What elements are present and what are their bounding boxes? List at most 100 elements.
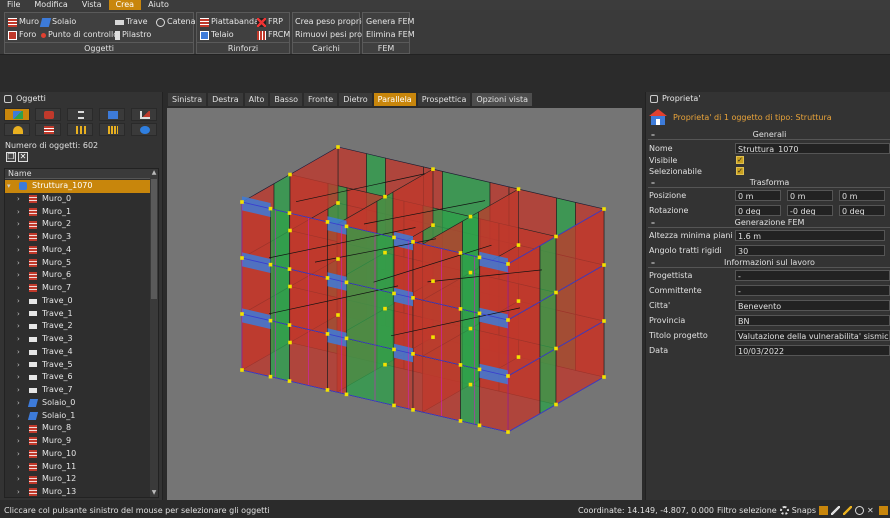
chevron-right-icon[interactable]: › [17, 359, 25, 372]
fem-node[interactable] [268, 318, 273, 323]
fem-node[interactable] [383, 306, 387, 311]
right-wall[interactable] [539, 235, 557, 303]
front-wall[interactable] [412, 297, 461, 366]
committente-field[interactable]: - [735, 285, 890, 296]
tree-item[interactable]: › Muro_6 [5, 269, 151, 282]
fem-node[interactable] [554, 346, 558, 351]
rotazione-z-field[interactable]: 0 deg [839, 205, 885, 216]
menu-file[interactable]: File [0, 0, 27, 10]
fem-node[interactable] [344, 280, 349, 285]
snap-lightning-icon[interactable] [879, 506, 888, 515]
fem-node[interactable] [325, 332, 330, 336]
front-wall[interactable] [412, 353, 461, 422]
fem-node[interactable] [240, 256, 244, 260]
fem-node[interactable] [288, 340, 292, 345]
tree-item[interactable]: › Trave_3 [5, 333, 151, 346]
copy-icon[interactable]: ❐ [6, 152, 16, 162]
chevron-right-icon[interactable]: › [17, 435, 25, 448]
fem-node[interactable] [268, 374, 273, 379]
filter-chart-button[interactable] [67, 123, 93, 136]
visibile-checkbox[interactable]: ✓ [736, 156, 744, 164]
telaio-button[interactable]: Telaio [200, 29, 234, 41]
front-wall[interactable] [412, 241, 461, 310]
chevron-right-icon[interactable]: › [17, 422, 25, 435]
fem-node[interactable] [602, 319, 606, 323]
fem-node[interactable] [240, 368, 244, 372]
view-tab-fronte[interactable]: Fronte [304, 93, 338, 106]
fem-node[interactable] [431, 167, 435, 171]
gear-icon[interactable] [779, 506, 789, 515]
fem-node[interactable] [602, 207, 606, 211]
collapse-icon[interactable]: – [651, 258, 655, 268]
tree-item[interactable]: › Muro_11 [5, 461, 151, 474]
fem-node[interactable] [392, 403, 396, 408]
3d-viewport[interactable] [167, 108, 642, 500]
fem-node[interactable] [336, 201, 340, 205]
fem-node[interactable] [431, 279, 435, 283]
fem-node[interactable] [268, 262, 273, 267]
collapse-icon[interactable]: – [651, 130, 655, 140]
filter-grid-button[interactable] [99, 123, 125, 136]
fem-node[interactable] [288, 172, 292, 177]
fem-node[interactable] [336, 145, 340, 149]
fem-node[interactable] [268, 206, 273, 211]
tree-root-item[interactable]: ▾ Struttura_1070 [5, 180, 151, 193]
fem-node[interactable] [325, 220, 330, 224]
fem-node[interactable] [287, 267, 292, 271]
chevron-right-icon[interactable]: › [17, 244, 25, 257]
fem-node[interactable] [516, 243, 521, 247]
front-wall[interactable] [460, 308, 480, 370]
menu-vista[interactable]: Vista [75, 0, 109, 10]
chevron-right-icon[interactable]: › [17, 333, 25, 346]
tree-item[interactable]: › Muro_13 [5, 486, 151, 497]
fem-node[interactable] [516, 187, 521, 191]
fem-node[interactable] [516, 355, 521, 359]
fem-node[interactable] [240, 200, 244, 204]
front-wall[interactable] [346, 226, 395, 294]
section-generali[interactable]: – Generali [648, 130, 890, 140]
foro-button[interactable]: Foro [8, 29, 36, 41]
tree-item[interactable]: › Muro_7 [5, 282, 151, 295]
filter-beam-button[interactable] [67, 108, 93, 121]
chevron-right-icon[interactable]: › [17, 282, 25, 295]
chevron-down-icon[interactable]: ▾ [7, 180, 15, 193]
right-wall[interactable] [539, 347, 557, 415]
genera-fem-button[interactable]: Genera FEM [366, 16, 414, 28]
scroll-up-icon[interactable]: ▲ [150, 169, 158, 177]
fem-node[interactable] [431, 335, 435, 339]
tree-item[interactable]: › Muro_12 [5, 473, 151, 486]
fem-node[interactable] [506, 262, 510, 266]
chevron-right-icon[interactable]: › [17, 473, 25, 486]
collapse-icon[interactable]: – [651, 178, 655, 188]
chevron-right-icon[interactable]: › [17, 295, 25, 308]
angolo-field[interactable]: 30 [735, 245, 885, 256]
altezza-field[interactable]: 1.6 m [735, 230, 885, 241]
chevron-right-icon[interactable]: › [17, 371, 25, 384]
scroll-down-icon[interactable]: ▼ [150, 489, 158, 497]
right-wall[interactable] [539, 291, 557, 359]
tree-item[interactable]: › Muro_3 [5, 231, 151, 244]
fem-node[interactable] [506, 318, 510, 322]
menu-aiuto[interactable]: Aiuto [141, 0, 176, 10]
rimuovi-pesi-propri-button[interactable]: Rimuovi pesi propri [295, 29, 373, 41]
fem-node[interactable] [554, 234, 558, 239]
progettista-field[interactable]: - [735, 270, 890, 281]
chevron-right-icon[interactable]: › [17, 410, 25, 423]
filter-sphere-button[interactable] [131, 123, 157, 136]
snap-line-icon[interactable] [831, 506, 840, 515]
chevron-right-icon[interactable]: › [17, 231, 25, 244]
view-tab-basso[interactable]: Basso [270, 93, 303, 106]
filter-arch-button[interactable] [4, 123, 30, 136]
fem-node[interactable] [411, 240, 415, 244]
tree-item[interactable]: › Muro_5 [5, 257, 151, 270]
fem-node[interactable] [506, 430, 510, 434]
filter-group-button[interactable] [35, 108, 61, 121]
view-tab-parallela[interactable]: Parallela [373, 93, 416, 106]
fem-node[interactable] [602, 375, 606, 379]
tree-item[interactable]: › Muro_2 [5, 218, 151, 231]
nome-field[interactable]: Struttura_1070 [735, 143, 890, 154]
chevron-right-icon[interactable]: › [17, 206, 25, 219]
view-tab-opzioni-vista[interactable]: Opzioni vista [472, 93, 533, 106]
view-tab-destra[interactable]: Destra [208, 93, 243, 106]
chevron-right-icon[interactable]: › [17, 218, 25, 231]
